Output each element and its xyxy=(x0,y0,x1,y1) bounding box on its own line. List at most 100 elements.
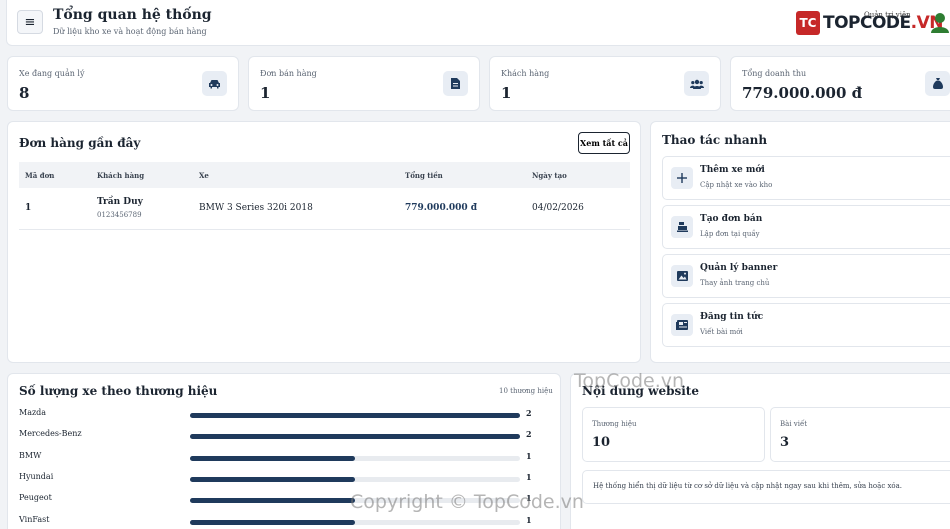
quick-action-post-news[interactable]: Đăng tin tức Viết bài mới xyxy=(662,303,950,347)
website-content-title: Nội dung website xyxy=(582,384,699,398)
brand-name: Mazda xyxy=(19,408,47,417)
brand-bar-track xyxy=(190,519,520,525)
plus-icon xyxy=(671,167,693,189)
brand-bar-fill xyxy=(190,413,520,418)
quick-action-title: Thêm xe mới xyxy=(700,165,765,175)
quick-action-title: Đăng tin tức xyxy=(700,312,764,322)
content-stat-label: Thương hiệu xyxy=(592,420,637,428)
customer-name: Trần Duy xyxy=(97,197,143,207)
quick-action-subtitle: Lập đơn tại quầy xyxy=(700,230,760,238)
quick-action-subtitle: Viết bài mới xyxy=(700,328,743,336)
brand-bar-track xyxy=(190,413,520,418)
quick-action-subtitle: Cập nhật xe vào kho xyxy=(700,181,773,189)
newspaper-icon xyxy=(671,314,693,336)
stat-card-revenue: Tổng doanh thu 779.000.000 đ xyxy=(730,56,950,111)
user-avatar-icon[interactable] xyxy=(930,11,950,33)
content-stat-value: 10 xyxy=(592,435,611,450)
brand-row: Hyundai 1 xyxy=(19,472,539,486)
brand-bar-track xyxy=(190,455,520,461)
brand-bar-fill xyxy=(190,519,355,525)
recent-orders-panel: Đơn hàng gần đây Xem tất cả Mã đơn Khách… xyxy=(7,121,641,363)
brand-count-title: Số lượng xe theo thương hiệu xyxy=(19,384,218,398)
brand-name: BMW xyxy=(19,450,42,460)
brand-bar-fill xyxy=(190,498,355,504)
brand-value: 1 xyxy=(526,514,532,525)
admin-role-label: Quản trị viên xyxy=(864,11,911,19)
quick-action-title: Quản lý banner xyxy=(700,263,778,273)
order-date: 04/02/2026 xyxy=(532,203,584,213)
car-name: BMW 3 Series 320i 2018 xyxy=(199,203,313,213)
brand-name: VinFast xyxy=(19,514,50,524)
brand-value: 1 xyxy=(526,450,532,461)
brand-row: VinFast 1 xyxy=(19,515,539,529)
stat-value: 8 xyxy=(19,84,30,102)
view-all-button[interactable]: Xem tất cả xyxy=(578,132,630,154)
content-stat-brands: Thương hiệu 10 xyxy=(582,407,765,462)
content-stat-value: 3 xyxy=(780,435,790,450)
stat-card-orders: Đơn bán hàng 1 xyxy=(248,56,480,111)
logo-mark: TC xyxy=(796,11,820,35)
website-content-panel: Nội dung website Thương hiệu 10 Bài viết… xyxy=(570,373,950,529)
brand-value: 1 xyxy=(526,493,532,504)
stat-card-customers: Khách hàng 1 xyxy=(489,56,721,111)
order-id: 1 xyxy=(25,203,32,213)
order-total: 779.000.000 đ xyxy=(405,203,478,213)
cash-register-icon xyxy=(671,216,693,238)
column-header: Ngày tạo xyxy=(532,171,567,180)
brand-row: Mazda 2 xyxy=(19,408,539,422)
brand-bar-fill xyxy=(190,434,520,440)
brand-name: Peugeot xyxy=(19,493,52,503)
brand-bar-track xyxy=(190,476,520,482)
menu-toggle-button[interactable]: ≡ xyxy=(17,10,43,34)
brand-name: Mercedes-Benz xyxy=(19,429,82,439)
quick-action-add-car[interactable]: Thêm xe mới Cập nhật xe vào kho xyxy=(662,156,950,200)
document-icon xyxy=(443,71,468,96)
stat-value: 1 xyxy=(260,84,271,102)
brand-count-panel: Số lượng xe theo thương hiệu 10 thương h… xyxy=(7,373,561,529)
brand-bar-track xyxy=(190,434,520,440)
brand-bar-fill xyxy=(190,455,355,461)
stat-label: Xe đang quản lý xyxy=(19,69,85,78)
quick-action-manage-banner[interactable]: Quản lý banner Thay ảnh trang chủ xyxy=(662,254,950,298)
car-icon xyxy=(202,71,227,96)
brand-value: 2 xyxy=(526,429,532,440)
stat-card-cars: Xe đang quản lý 8 xyxy=(7,56,239,111)
column-header: Khách hàng xyxy=(97,171,145,180)
brand-row: BMW 1 xyxy=(19,451,539,465)
column-header: Xe xyxy=(199,171,209,180)
brand-row: Peugeot 1 xyxy=(19,493,539,507)
quick-action-create-order[interactable]: Tạo đơn bán Lập đơn tại quầy xyxy=(662,205,950,249)
brand-bar-track xyxy=(190,498,520,504)
brand-name: Hyundai xyxy=(19,471,54,481)
image-icon xyxy=(671,265,693,287)
brand-row: Mercedes-Benz 2 xyxy=(19,429,539,443)
content-note-text: Hệ thống hiển thị dữ liệu từ cơ sở dữ li… xyxy=(593,482,903,490)
quick-action-title: Tạo đơn bán xyxy=(700,214,763,224)
orders-table-header: Mã đơn Khách hàng Xe Tổng tiền Ngày tạo xyxy=(19,162,630,188)
hamburger-icon: ≡ xyxy=(24,14,36,30)
stat-label: Đơn bán hàng xyxy=(260,69,317,78)
content-stat-label: Bài viết xyxy=(780,420,808,428)
users-icon xyxy=(684,71,709,96)
content-note: Hệ thống hiển thị dữ liệu từ cơ sở dữ li… xyxy=(582,470,950,504)
recent-orders-title: Đơn hàng gần đây xyxy=(19,136,141,150)
page-title: Tổng quan hệ thống xyxy=(53,7,212,23)
brand-value: 2 xyxy=(526,408,532,418)
column-header: Tổng tiền xyxy=(405,171,443,180)
money-bag-icon xyxy=(925,71,950,96)
quick-action-subtitle: Thay ảnh trang chủ xyxy=(700,279,770,287)
stat-value: 1 xyxy=(501,84,512,102)
brand-bar-fill xyxy=(190,476,355,482)
table-row[interactable]: 1 Trần Duy 0123456789 BMW 3 Series 320i … xyxy=(19,188,630,230)
customer-phone: 0123456789 xyxy=(97,211,142,219)
page-subtitle: Dữ liệu kho xe và hoạt động bán hàng xyxy=(53,27,207,36)
content-stat-posts: Bài viết 3 xyxy=(770,407,950,462)
stat-label: Khách hàng xyxy=(501,69,550,78)
column-header: Mã đơn xyxy=(25,171,55,180)
stat-value: 779.000.000 đ xyxy=(742,84,863,102)
brand-count-label: 10 thương hiệu xyxy=(499,387,553,395)
quick-actions-panel: Thao tác nhanh Thêm xe mới Cập nhật xe v… xyxy=(650,121,950,363)
quick-actions-title: Thao tác nhanh xyxy=(662,133,768,147)
brand-value: 1 xyxy=(526,471,532,482)
stat-label: Tổng doanh thu xyxy=(742,69,807,78)
